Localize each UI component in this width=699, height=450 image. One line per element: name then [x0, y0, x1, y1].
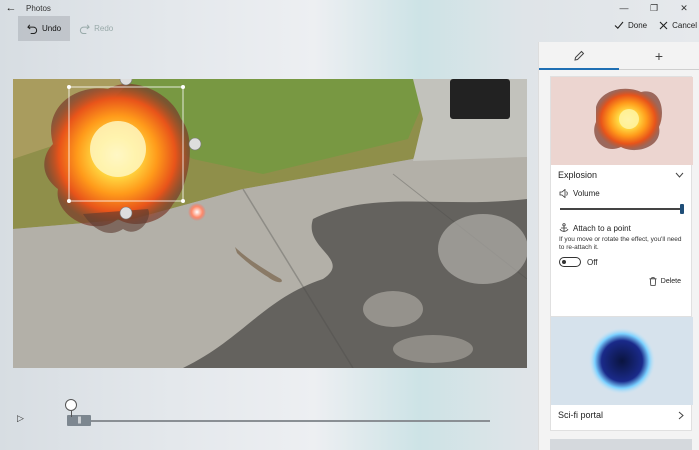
effect-header[interactable]: Sci-fi portal [551, 405, 691, 425]
effect-name: Explosion [558, 170, 598, 180]
explosion-thumbnail [551, 77, 693, 165]
effect-name: Sci-fi portal [558, 410, 604, 420]
effects-panel: + Explosion Volume Attach to a point If … [538, 42, 699, 450]
delete-button[interactable]: Delete [551, 277, 691, 286]
video-preview[interactable] [13, 79, 527, 368]
tab-edit[interactable] [539, 42, 619, 70]
minimize-button[interactable]: — [609, 0, 639, 16]
back-button[interactable]: ← [0, 0, 22, 16]
grip-icon: ||| [77, 417, 82, 424]
attach-toggle[interactable] [559, 257, 581, 267]
volume-slider[interactable] [560, 204, 684, 214]
effect-card-explosion[interactable]: Explosion Volume Attach to a point If yo… [550, 76, 693, 333]
checkmark-icon [614, 21, 624, 30]
chevron-right-icon [678, 411, 684, 419]
volume-thumb[interactable] [680, 204, 684, 214]
play-button[interactable]: ▷ [17, 413, 24, 424]
volume-track [560, 208, 682, 210]
attach-toggle-row: Off [551, 257, 691, 267]
attach-note: If you move or rotate the effect, you'll… [559, 236, 682, 251]
effect-header[interactable]: Explosion [551, 165, 691, 185]
done-label: Done [627, 20, 648, 30]
toggle-state: Off [587, 257, 598, 267]
redo-button[interactable]: Redo [70, 16, 122, 41]
volume-row: Volume [551, 189, 691, 198]
close-button[interactable]: ✕ [669, 0, 699, 16]
trash-icon [649, 277, 657, 286]
undo-label: Undo [42, 24, 62, 33]
panel-tabs: + [539, 42, 699, 70]
window-title: Photos [26, 3, 51, 13]
window-controls: — ❐ ✕ [609, 0, 699, 16]
edit-toolbar: Undo Redo [18, 16, 122, 41]
restore-button[interactable]: ❐ [639, 0, 669, 16]
undo-button[interactable]: Undo [18, 16, 71, 41]
attach-label: Attach to a point [573, 223, 631, 233]
title-bar: ← Photos — ❐ ✕ [0, 0, 699, 16]
volume-label: Volume [573, 189, 600, 198]
back-arrow-icon: ← [5, 2, 17, 14]
attach-row: Attach to a point [551, 223, 691, 233]
timeline: ▷ ||| [0, 395, 537, 435]
playhead-line [71, 411, 72, 417]
effect-card-partial[interactable] [550, 439, 692, 450]
anchor-icon [559, 223, 569, 232]
cancel-button[interactable]: Cancel [659, 20, 697, 30]
timeline-track[interactable] [70, 420, 490, 422]
portal-thumbnail [551, 317, 693, 405]
redo-icon [80, 24, 90, 34]
delete-label: Delete [660, 278, 681, 285]
playhead[interactable] [65, 399, 77, 411]
pencil-icon [574, 50, 585, 61]
tab-add[interactable]: + [619, 42, 699, 69]
undo-icon [27, 24, 38, 34]
effect-card-scifi-portal[interactable]: Sci-fi portal [550, 316, 693, 431]
close-icon [659, 21, 668, 29]
header-actions: Done Cancel [614, 20, 697, 30]
done-button[interactable]: Done [614, 20, 647, 30]
speaker-icon [559, 189, 568, 198]
video-frame-image [13, 79, 527, 368]
chevron-down-icon [675, 172, 684, 178]
cancel-label: Cancel [672, 20, 697, 30]
plus-icon: + [654, 47, 664, 64]
redo-label: Redo [94, 24, 114, 33]
